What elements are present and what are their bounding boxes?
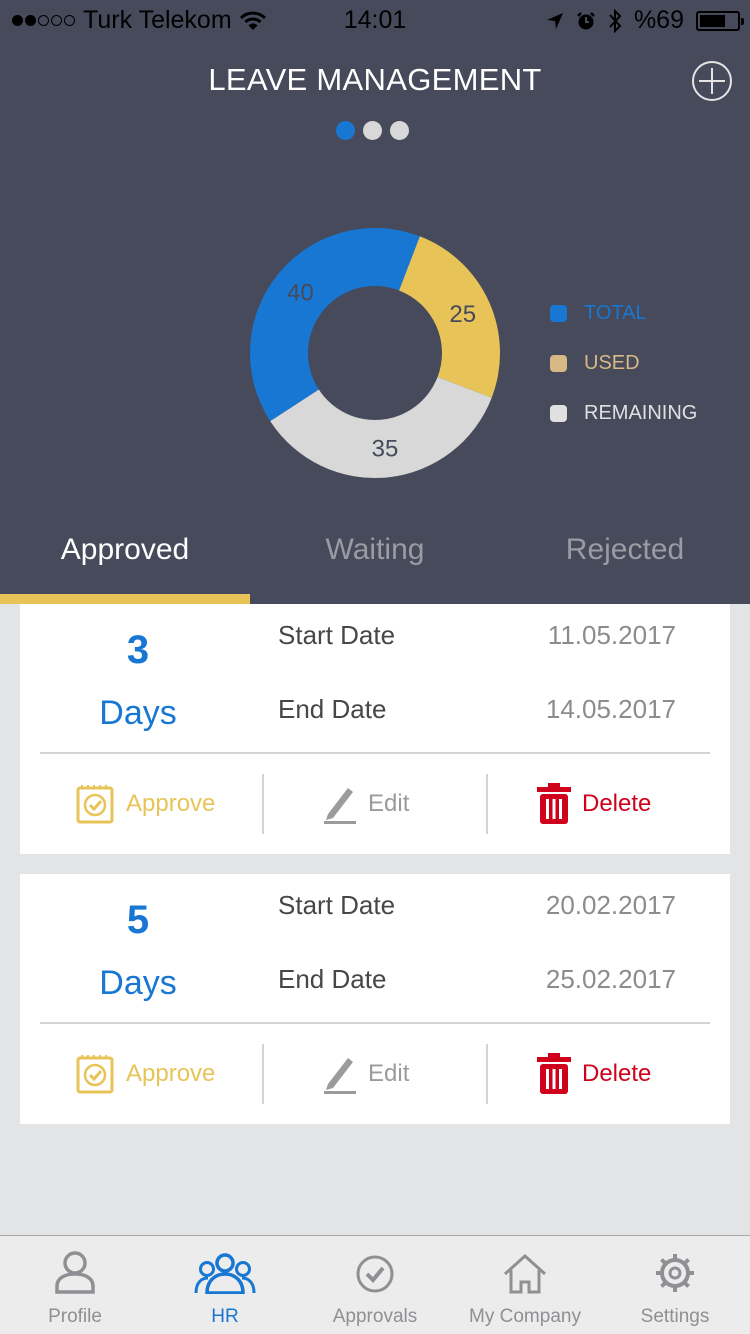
start-date-value: 11.05.2017	[547, 620, 676, 650]
tabbar-item-profile[interactable]: Profile	[0, 1236, 150, 1334]
tabbar-item-my-company[interactable]: My Company	[450, 1236, 600, 1334]
trash-icon	[537, 783, 571, 824]
approve-notepad-icon	[76, 1055, 114, 1094]
tab-rejected[interactable]: Rejected	[500, 520, 750, 604]
tabbar-label: Approvals	[332, 1306, 418, 1327]
delete-label: Delete	[582, 1060, 652, 1087]
divider	[262, 774, 264, 834]
trash-icon	[537, 1053, 571, 1094]
approve-label: Approve	[126, 790, 216, 817]
tabbar-label: My Company	[469, 1306, 581, 1327]
tabbar-item-hr[interactable]: HR	[150, 1236, 300, 1334]
edit-button[interactable]: Edit	[322, 1052, 409, 1096]
legend-label: USED	[584, 351, 640, 374]
tabbar-label: Settings	[640, 1306, 710, 1327]
legend-swatch	[550, 404, 567, 422]
delete-button[interactable]: Delete	[536, 782, 651, 826]
legend-label: REMAINING	[584, 401, 698, 424]
group-icon	[194, 1253, 256, 1294]
end-date-value: 14.05.2017	[545, 694, 676, 724]
tabbar-item-settings[interactable]: Settings	[600, 1236, 750, 1334]
edit-button[interactable]: Edit	[322, 782, 409, 826]
gear-icon	[656, 1254, 694, 1292]
days-count: 5	[126, 898, 150, 942]
leave-status-tabs: Approved Waiting Rejected	[0, 520, 750, 604]
days-label: Days	[99, 964, 177, 1002]
approve-label: Approve	[126, 1060, 216, 1087]
approve-notepad-icon	[76, 785, 114, 824]
donut-slice-total	[250, 227, 420, 422]
tabbar-label: HR	[211, 1306, 239, 1327]
donut-label-remaining: 35	[372, 435, 399, 462]
tab-approved[interactable]: Approved	[0, 520, 250, 604]
leave-card: 3 Days Start Date 11.05.2017 End Date 14…	[20, 604, 730, 854]
legend-item-total: TOTAL	[550, 288, 697, 338]
start-date-label: Start Date	[278, 890, 396, 920]
divider	[486, 1044, 488, 1104]
divider	[40, 752, 710, 754]
end-date-value: 25.02.2017	[545, 964, 676, 994]
legend-item-remaining: REMAINING	[550, 388, 697, 438]
tabbar-label: Profile	[48, 1306, 102, 1327]
delete-label: Delete	[582, 790, 652, 817]
tabbar-item-approvals[interactable]: Approvals	[300, 1236, 450, 1334]
edit-label: Edit	[368, 1060, 410, 1087]
legend-item-used: USED	[550, 338, 697, 388]
divider	[486, 774, 488, 834]
house-icon	[503, 1254, 547, 1294]
divider	[262, 1044, 264, 1104]
end-date-label: End Date	[278, 694, 387, 724]
legend-label: TOTAL	[584, 301, 647, 324]
chart-legend: TOTAL USED REMAINING	[550, 288, 697, 438]
start-date-label: Start Date	[278, 620, 396, 650]
legend-swatch	[550, 304, 567, 322]
check-circle-icon	[356, 1255, 394, 1293]
bottom-tab-bar: Profile HR Approvals My Company Settings	[0, 1235, 750, 1334]
legend-swatch	[550, 354, 567, 372]
pencil-icon	[324, 788, 356, 824]
divider	[40, 1022, 710, 1024]
header: Turk Telekom 14:01 %69 LEAVE MANAGEMENT …	[0, 0, 750, 604]
days-label: Days	[99, 694, 177, 732]
delete-button[interactable]: Delete	[536, 1052, 651, 1096]
tab-waiting[interactable]: Waiting	[250, 520, 500, 604]
pencil-icon	[324, 1058, 356, 1094]
leave-card: 5 Days Start Date 20.02.2017 End Date 25…	[20, 874, 730, 1124]
donut-label-total: 40	[287, 280, 314, 307]
edit-label: Edit	[368, 790, 410, 817]
end-date-label: End Date	[278, 964, 387, 994]
approve-button[interactable]: Approve	[76, 1052, 215, 1096]
days-count: 3	[126, 628, 150, 672]
person-icon	[55, 1251, 95, 1294]
donut-label-used: 25	[449, 301, 476, 328]
approve-button[interactable]: Approve	[76, 782, 215, 826]
start-date-value: 20.02.2017	[545, 890, 676, 920]
